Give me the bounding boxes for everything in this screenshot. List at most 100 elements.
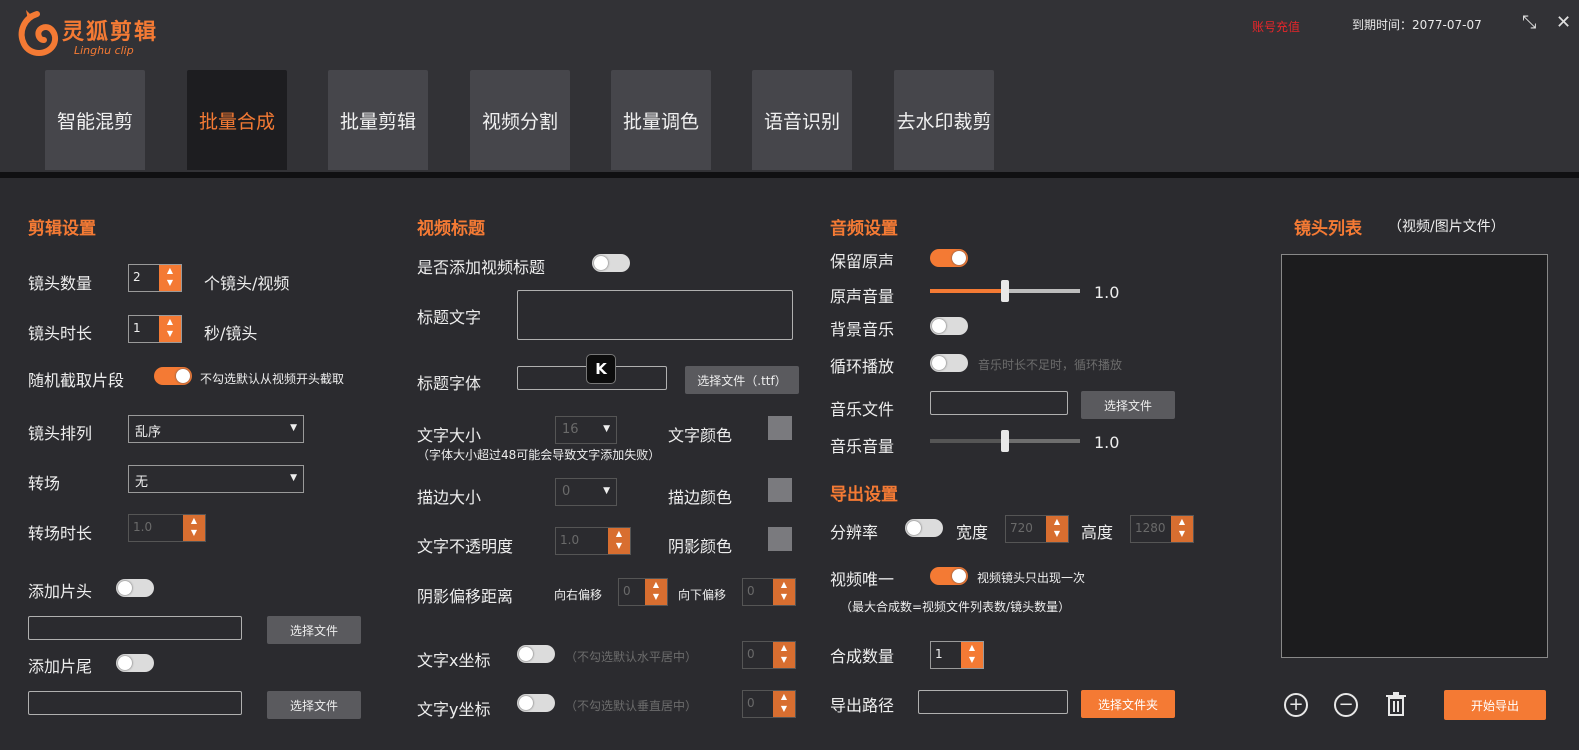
height-stepper[interactable]: 1280 ▲ ▼ bbox=[1130, 515, 1194, 543]
loop-play-toggle[interactable] bbox=[930, 354, 968, 372]
resolution-label: 分辨率 bbox=[830, 523, 879, 542]
shadow-down-label: 向下偏移 bbox=[678, 588, 727, 602]
stepper-arrows-icon[interactable]: ▲ ▼ bbox=[1171, 516, 1193, 542]
export-path-input[interactable] bbox=[918, 690, 1068, 714]
video-unique-hint: 视频镜头只出现一次 bbox=[977, 571, 1086, 585]
title-text-input[interactable] bbox=[517, 290, 793, 340]
text-y-toggle[interactable] bbox=[517, 694, 555, 712]
shadow-down-stepper[interactable]: 0 ▲ ▼ bbox=[742, 578, 796, 606]
text-y-label: 文字y坐标 bbox=[417, 700, 491, 719]
original-volume-label: 原声音量 bbox=[830, 287, 895, 306]
stepper-arrows-icon[interactable]: ▲ ▼ bbox=[608, 528, 630, 554]
stepper-arrows-icon[interactable]: ▲ ▼ bbox=[159, 265, 181, 291]
text-color-swatch[interactable] bbox=[768, 416, 792, 440]
text-y-hint: （不勾选默认垂直居中） bbox=[565, 699, 698, 713]
music-file-choose-button[interactable]: 选择文件 bbox=[1081, 391, 1175, 419]
stepper-arrows-icon[interactable]: ▲ ▼ bbox=[961, 642, 983, 668]
shadow-color-label: 阴影颜色 bbox=[668, 537, 733, 556]
stroke-color-label: 描边颜色 bbox=[668, 488, 733, 507]
shot-length-label: 镜头时长 bbox=[28, 324, 93, 343]
export-path-label: 导出路径 bbox=[830, 696, 895, 715]
text-x-label: 文字x坐标 bbox=[417, 651, 491, 670]
trash-icon[interactable] bbox=[1385, 692, 1407, 716]
stepper-arrows-icon[interactable]: ▲ ▼ bbox=[773, 579, 795, 605]
compose-count-stepper[interactable]: 1 ▲ ▼ bbox=[930, 641, 984, 669]
outro-choose-button[interactable]: 选择文件 bbox=[267, 691, 361, 719]
transition-length-label: 转场时长 bbox=[28, 524, 93, 543]
add-intro-toggle[interactable] bbox=[116, 579, 154, 597]
shot-list-subtitle: （视频/图片文件） bbox=[1388, 219, 1505, 235]
account-recharge-link[interactable]: 账号充值 bbox=[1252, 18, 1300, 35]
transition-length-stepper[interactable]: 1.0 ▲ ▼ bbox=[128, 514, 206, 542]
stepper-arrows-icon[interactable]: ▲ ▼ bbox=[1046, 516, 1068, 542]
chevron-down-icon: ▼ bbox=[603, 486, 610, 496]
video-unique-label: 视频唯一 bbox=[830, 570, 895, 589]
video-unique-toggle[interactable] bbox=[930, 567, 968, 585]
intro-path-input[interactable] bbox=[28, 616, 242, 640]
random-clip-hint: 不勾选默认从视频开头截取 bbox=[200, 372, 345, 386]
width-stepper[interactable]: 720 ▲ ▼ bbox=[1005, 515, 1069, 543]
stepper-arrows-icon[interactable]: ▲ ▼ bbox=[159, 316, 181, 342]
text-x-toggle[interactable] bbox=[517, 645, 555, 663]
edit-settings-title: 剪辑设置 bbox=[28, 219, 96, 239]
text-size-select[interactable]: 16 ▼ bbox=[555, 416, 617, 444]
chevron-down-icon: ▼ bbox=[290, 423, 297, 433]
music-file-input[interactable] bbox=[930, 391, 1068, 415]
text-y-stepper[interactable]: 0 ▲ ▼ bbox=[742, 690, 796, 718]
music-volume-slider[interactable] bbox=[930, 430, 1080, 452]
keep-audio-toggle[interactable] bbox=[930, 249, 968, 267]
tab-speech-recognition[interactable]: 语音识别 bbox=[752, 70, 852, 170]
tab-smart-mix[interactable]: 智能混剪 bbox=[45, 70, 145, 170]
stroke-size-select[interactable]: 0 ▼ bbox=[555, 478, 617, 506]
loop-play-label: 循环播放 bbox=[830, 357, 895, 376]
shadow-right-label: 向右偏移 bbox=[554, 588, 603, 602]
slider-handle[interactable] bbox=[1001, 430, 1009, 452]
add-intro-label: 添加片头 bbox=[28, 582, 93, 601]
outro-path-input[interactable] bbox=[28, 691, 242, 715]
close-icon[interactable]: ✕ bbox=[1556, 12, 1571, 33]
start-export-button[interactable]: 开始导出 bbox=[1444, 690, 1546, 720]
shot-order-select[interactable]: 乱序 ▼ bbox=[128, 415, 304, 443]
shot-order-label: 镜头排列 bbox=[28, 424, 93, 443]
tab-batch-compose[interactable]: 批量合成 bbox=[187, 70, 287, 170]
title-font-choose-button[interactable]: 选择文件（.ttf） bbox=[685, 366, 799, 394]
original-volume-slider[interactable] bbox=[930, 280, 1080, 302]
bgm-toggle[interactable] bbox=[930, 317, 968, 335]
text-x-stepper[interactable]: 0 ▲ ▼ bbox=[742, 641, 796, 669]
intro-choose-button[interactable]: 选择文件 bbox=[267, 616, 361, 644]
tab-watermark-crop[interactable]: 去水印裁剪 bbox=[894, 70, 994, 170]
loop-play-hint: 音乐时长不足时，循环播放 bbox=[978, 358, 1123, 372]
slider-fill bbox=[930, 439, 1005, 443]
shadow-color-swatch[interactable] bbox=[768, 527, 792, 551]
stepper-arrows-icon[interactable]: ▲ ▼ bbox=[645, 579, 667, 605]
add-title-toggle[interactable] bbox=[592, 254, 630, 272]
add-outro-toggle[interactable] bbox=[116, 654, 154, 672]
shot-list-title: 镜头列表 bbox=[1294, 219, 1362, 239]
transition-select[interactable]: 无 ▼ bbox=[128, 465, 304, 493]
stroke-color-swatch[interactable] bbox=[768, 478, 792, 502]
remove-icon[interactable]: − bbox=[1334, 693, 1358, 717]
app-name: 灵狐剪辑 bbox=[62, 20, 159, 45]
shrink-icon[interactable]: ⤡ bbox=[1522, 12, 1536, 33]
resolution-toggle[interactable] bbox=[905, 519, 943, 537]
shot-list-box[interactable] bbox=[1281, 254, 1548, 658]
export-folder-button[interactable]: 选择文件夹 bbox=[1081, 690, 1175, 718]
slider-handle[interactable] bbox=[1001, 280, 1009, 302]
shot-count-stepper[interactable]: 2 ▲ ▼ bbox=[128, 264, 182, 292]
text-opacity-label: 文字不透明度 bbox=[417, 537, 514, 556]
stroke-size-label: 描边大小 bbox=[417, 488, 482, 507]
app-subname: Linghu clip bbox=[74, 44, 134, 57]
tab-video-split[interactable]: 视频分割 bbox=[470, 70, 570, 170]
shot-length-stepper[interactable]: 1 ▲ ▼ bbox=[128, 315, 182, 343]
text-opacity-stepper[interactable]: 1.0 ▲ ▼ bbox=[555, 527, 631, 555]
stepper-arrows-icon[interactable]: ▲ ▼ bbox=[773, 642, 795, 668]
tab-batch-edit[interactable]: 批量剪辑 bbox=[328, 70, 428, 170]
original-volume-value: 1.0 bbox=[1094, 283, 1120, 302]
stepper-arrows-icon[interactable]: ▲ ▼ bbox=[773, 691, 795, 717]
tab-batch-color[interactable]: 批量调色 bbox=[611, 70, 711, 170]
text-x-hint: （不勾选默认水平居中） bbox=[565, 650, 698, 664]
random-clip-toggle[interactable] bbox=[154, 367, 192, 385]
add-icon[interactable]: + bbox=[1284, 693, 1308, 717]
shadow-right-stepper[interactable]: 0 ▲ ▼ bbox=[618, 578, 668, 606]
stepper-arrows-icon[interactable]: ▲ ▼ bbox=[183, 515, 205, 541]
